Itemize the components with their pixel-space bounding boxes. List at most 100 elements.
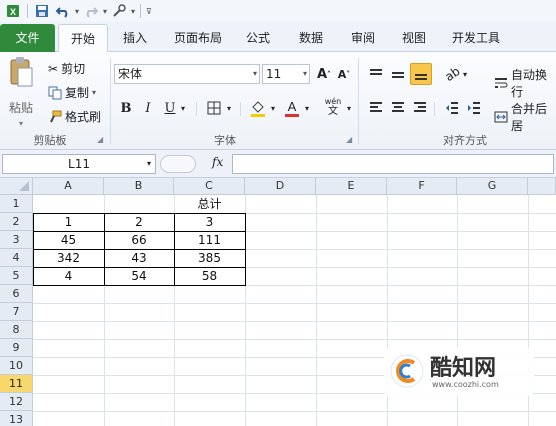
font-color-dropdown-icon[interactable]: ▾ — [302, 98, 312, 118]
tab-view[interactable]: 视图 — [392, 24, 436, 52]
align-center-button[interactable] — [388, 98, 408, 118]
shrink-font-button[interactable]: A ˅ — [334, 64, 354, 84]
cut-button[interactable]: ✂ 剪切 — [48, 60, 85, 77]
cell-b2[interactable]: 2 — [104, 213, 174, 231]
font-size-select[interactable]: 11 ▾ — [262, 64, 310, 84]
save-icon[interactable] — [33, 2, 51, 20]
tab-insert[interactable]: 插入 — [112, 24, 158, 52]
tab-data[interactable]: 数据 — [288, 24, 334, 52]
paste-button[interactable]: 粘贴 ▾ — [6, 56, 36, 128]
cell-c3[interactable]: 111 — [174, 231, 245, 249]
row-header-3[interactable]: 3 — [0, 231, 33, 249]
font-name-select[interactable]: 宋体 ▾ — [114, 64, 260, 84]
redo-dropdown-icon[interactable]: ▾ — [103, 7, 107, 16]
cell-a3[interactable]: 45 — [33, 231, 104, 249]
row-header-5[interactable]: 5 — [0, 267, 33, 285]
column-header-e[interactable]: E — [316, 178, 387, 195]
cell-a2[interactable]: 1 — [33, 213, 104, 231]
select-all-button[interactable] — [0, 178, 33, 195]
wrap-text-button[interactable]: 自动换行 — [494, 66, 556, 100]
redo-icon[interactable] — [82, 2, 100, 20]
copy-button[interactable]: 复制 ▾ — [48, 84, 96, 101]
column-header-f[interactable]: F — [387, 178, 457, 195]
insert-function-button[interactable]: fx — [212, 155, 223, 169]
row-header-12[interactable]: 12 — [0, 393, 33, 411]
cell-b5[interactable]: 54 — [104, 267, 174, 285]
column-header-b[interactable]: B — [104, 178, 174, 195]
cell-c1[interactable]: 总计 — [174, 195, 245, 213]
grow-font-button[interactable]: A ˄ — [314, 64, 334, 84]
underline-button[interactable]: U — [160, 98, 180, 118]
column-header-c[interactable]: C — [174, 178, 245, 195]
underline-dropdown-icon[interactable]: ▾ — [178, 98, 188, 118]
svg-text:A: A — [288, 99, 297, 114]
formula-input[interactable] — [232, 154, 554, 174]
row-header-7[interactable]: 7 — [0, 303, 33, 321]
cell-b4[interactable]: 43 — [104, 249, 174, 267]
qat-separator — [27, 4, 28, 18]
orientation-button[interactable]: ab — [442, 64, 462, 84]
phonetic-dropdown-icon[interactable]: ▾ — [344, 98, 354, 118]
tab-formulas[interactable]: 公式 — [236, 24, 280, 52]
column-header-a[interactable]: A — [33, 178, 104, 195]
paste-label: 粘贴 — [8, 101, 33, 115]
column-header-h[interactable] — [528, 178, 556, 195]
row-header-2[interactable]: 2 — [0, 213, 33, 231]
phonetic-button[interactable]: wén 文 — [320, 96, 346, 120]
align-middle-button[interactable] — [388, 64, 408, 84]
row-header-10[interactable]: 10 — [0, 357, 33, 375]
align-top-icon — [370, 69, 382, 75]
tools-dropdown-icon[interactable]: ▾ — [131, 7, 135, 16]
tab-home[interactable]: 开始 — [58, 24, 108, 53]
column-header-g[interactable]: G — [457, 178, 528, 195]
row-header-4[interactable]: 4 — [0, 249, 33, 267]
tab-page-layout[interactable]: 页面布局 — [166, 24, 230, 52]
row-header-9[interactable]: 9 — [0, 339, 33, 357]
font-launcher-icon[interactable]: ◢ — [346, 135, 352, 144]
row-header-13[interactable]: 13 — [0, 411, 33, 426]
cell-a5[interactable]: 4 — [33, 267, 104, 285]
name-box-dropdown-icon[interactable]: ▾ — [147, 155, 151, 173]
orientation-dropdown-icon[interactable]: ▾ — [460, 64, 470, 84]
align-bottom-button[interactable] — [410, 63, 432, 85]
cell-c5[interactable]: 58 — [174, 267, 245, 285]
align-left-button[interactable] — [366, 98, 386, 118]
align-right-button[interactable] — [410, 98, 430, 118]
tab-review[interactable]: 审阅 — [340, 24, 386, 52]
tab-developer[interactable]: 开发工具 — [444, 24, 508, 52]
italic-button[interactable]: I — [138, 98, 158, 118]
cell-b3[interactable]: 66 — [104, 231, 174, 249]
undo-icon[interactable] — [54, 2, 72, 20]
copy-dropdown-icon[interactable]: ▾ — [92, 88, 96, 97]
align-right-icon — [414, 102, 426, 112]
row-header-6[interactable]: 6 — [0, 285, 33, 303]
cell-c4[interactable]: 385 — [174, 249, 245, 267]
tools-icon[interactable] — [110, 2, 128, 20]
tab-file[interactable]: 文件 — [0, 24, 55, 52]
bold-button[interactable]: B — [116, 98, 136, 118]
fill-color-dropdown-icon[interactable]: ▾ — [268, 98, 278, 118]
borders-button[interactable] — [204, 98, 224, 118]
merge-center-button[interactable]: 合并后居 — [494, 100, 556, 134]
decrease-indent-button[interactable] — [442, 98, 462, 118]
shrink-font-caret-icon: ˅ — [346, 69, 351, 79]
font-name-dropdown-icon: ▾ — [252, 69, 257, 78]
format-painter-button[interactable]: 格式刷 — [48, 108, 101, 125]
undo-dropdown-icon[interactable]: ▾ — [75, 7, 79, 16]
font-color-button[interactable]: A — [282, 96, 302, 120]
cell-c2[interactable]: 3 — [174, 213, 245, 231]
fill-color-button[interactable] — [248, 96, 268, 120]
borders-dropdown-icon[interactable]: ▾ — [224, 98, 234, 118]
column-header-d[interactable]: D — [245, 178, 316, 195]
row-header-8[interactable]: 8 — [0, 321, 33, 339]
align-top-button[interactable] — [366, 64, 386, 84]
name-box[interactable]: L11 ▾ — [2, 154, 156, 174]
cut-label: 剪切 — [61, 62, 86, 76]
customize-icon[interactable]: ⊽ — [146, 7, 152, 16]
increase-indent-button[interactable] — [464, 98, 484, 118]
clipboard-launcher-icon[interactable]: ◢ — [97, 135, 103, 144]
cell-a4[interactable]: 342 — [33, 249, 104, 267]
row-header-11[interactable]: 11 — [0, 375, 33, 393]
paste-dropdown-icon[interactable]: ▾ — [19, 119, 23, 128]
row-header-1[interactable]: 1 — [0, 195, 33, 213]
